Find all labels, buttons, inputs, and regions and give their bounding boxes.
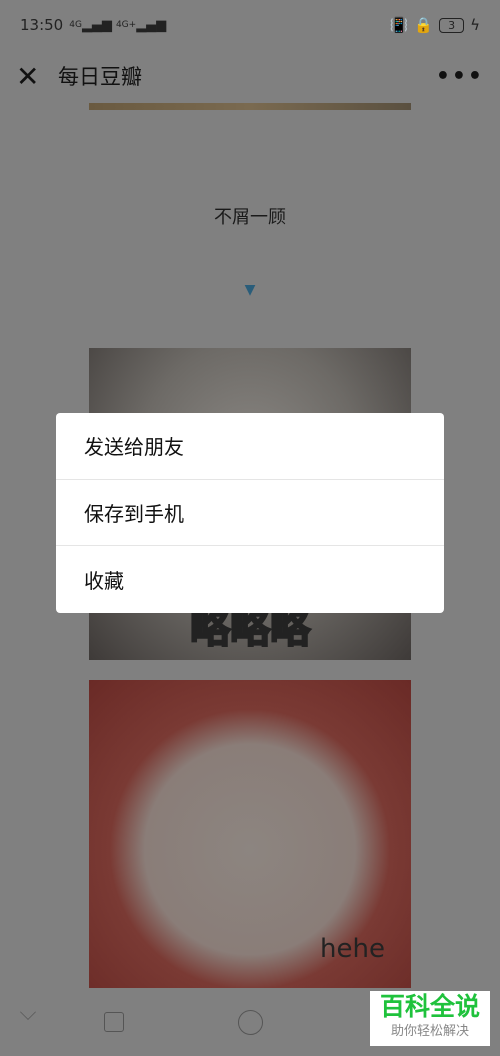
rotation-lock-icon: 🔒 [414, 16, 434, 34]
chevron-down-icon[interactable] [20, 1004, 36, 1020]
watermark-subtitle: 助你轻松解决 [390, 1024, 469, 1039]
menu-item-favorite[interactable]: 收藏 [56, 546, 444, 613]
triangle-icon: ▼ [244, 282, 256, 298]
battery-icon: 3 [439, 17, 465, 33]
signal-icon: 4G [69, 20, 82, 30]
signal-bars-icon: ▂▄▆ [81, 17, 112, 33]
image-text: hehe [320, 934, 385, 964]
home-icon[interactable] [238, 1010, 263, 1035]
close-icon[interactable]: ✕ [16, 60, 46, 93]
status-bar: 13:50 4G ▂▄▆ 4G+ ▂▄▆ 📳 🔒 3 ϟ [0, 0, 500, 50]
signal-icon-2: 4G+ [115, 20, 137, 30]
menu-item-send-to-friend[interactable]: 发送给朋友 [56, 413, 444, 480]
page-title: 每日豆瓣 [58, 65, 142, 89]
article-image[interactable] [89, 103, 411, 110]
watermark-logo: 百科全说 助你轻松解决 [370, 991, 490, 1046]
vibrate-off-icon: 📳 [389, 16, 409, 34]
more-icon[interactable]: ••• [436, 64, 484, 89]
recents-icon[interactable] [104, 1012, 124, 1032]
signal-bars-icon-2: ▂▄▆ [136, 17, 167, 33]
nav-bar: ✕ 每日豆瓣 ••• [0, 50, 500, 102]
time: 13:50 [20, 16, 64, 34]
watermark-title: 百科全说 [379, 992, 480, 1021]
charging-icon: ϟ [470, 16, 480, 34]
context-menu: 发送给朋友 保存到手机 收藏 [56, 413, 444, 613]
caption: 不屑一顾 [214, 207, 286, 228]
menu-item-save-to-phone[interactable]: 保存到手机 [56, 480, 444, 546]
cat-image-2[interactable]: hehe [89, 680, 411, 988]
